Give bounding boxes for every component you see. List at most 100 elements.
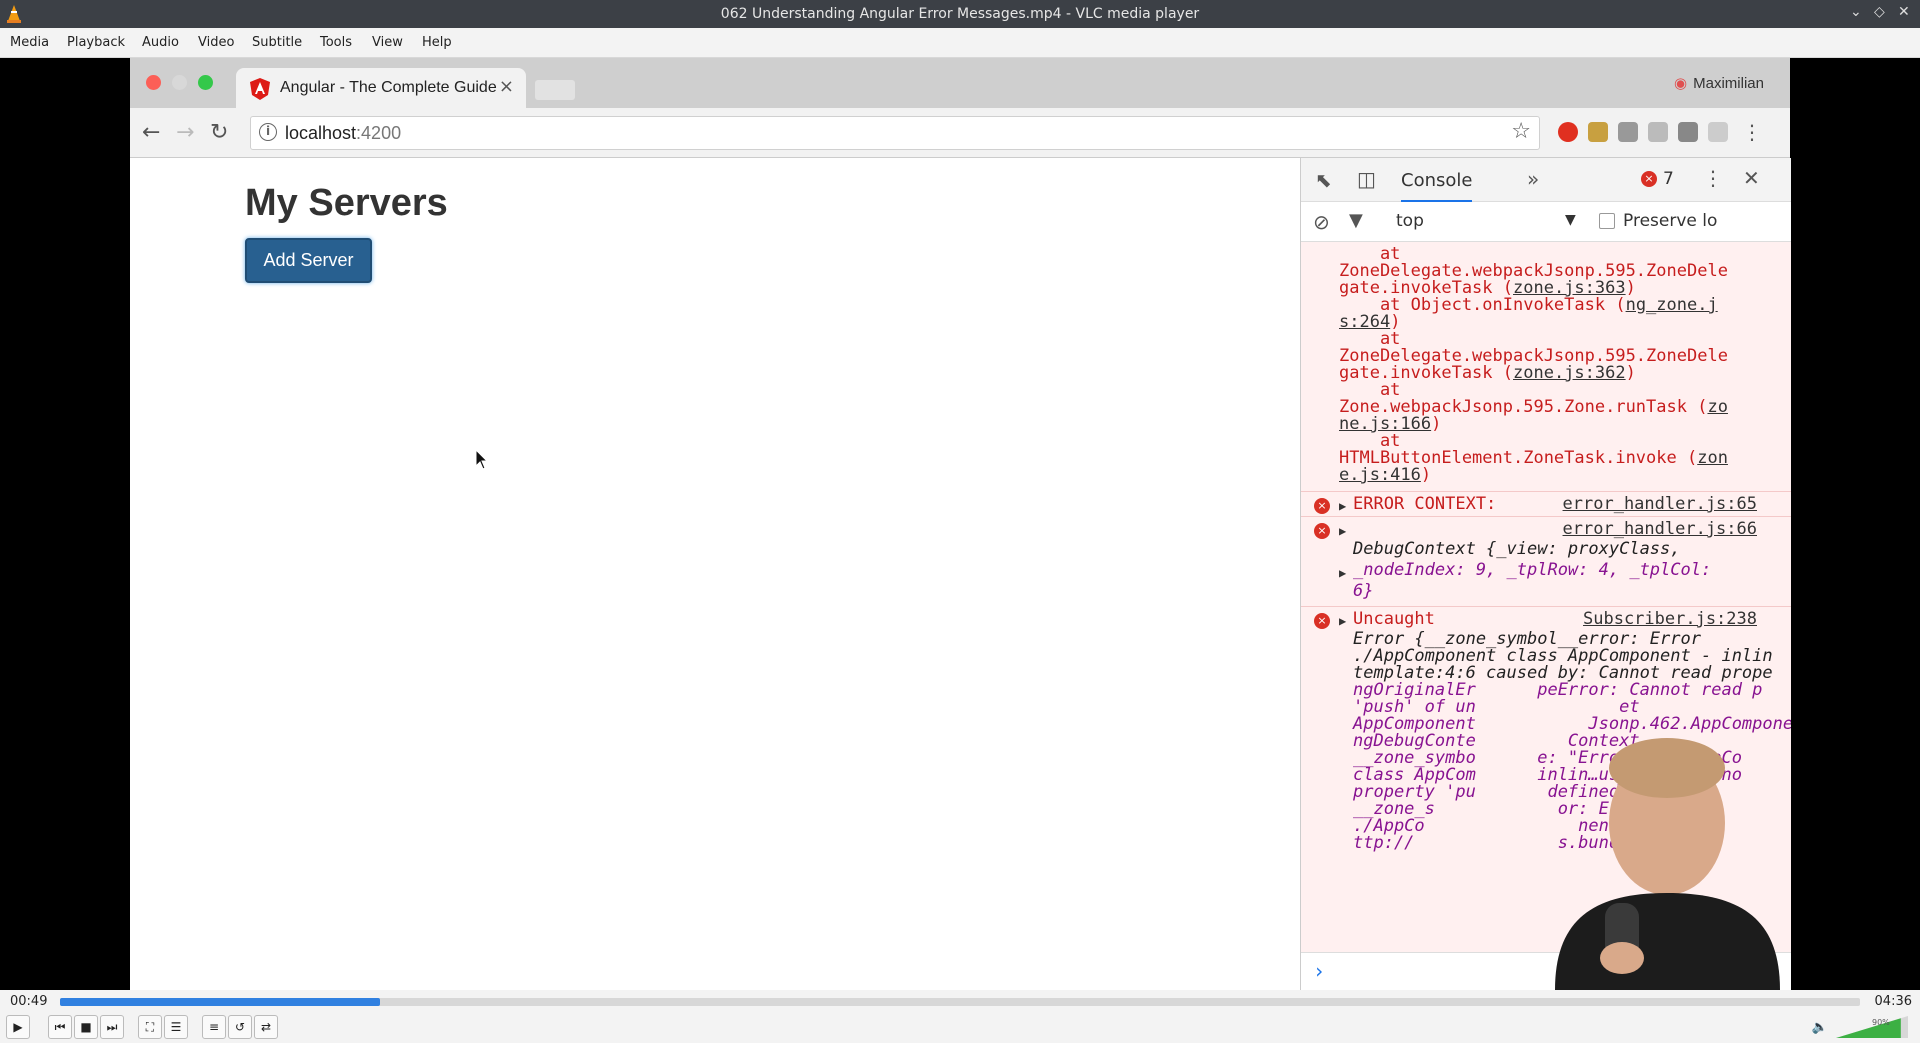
profile-name: Maximilian [1693, 75, 1764, 92]
browser-tab: Angular - The Complete Guide × [236, 68, 526, 108]
add-server-button: Add Server [245, 238, 372, 283]
debug-context-line: _nodeIndex: 9, _tplRow: 4, _tplCol: [1353, 560, 1712, 580]
menu-playback[interactable]: Playback [67, 35, 125, 50]
volume-label: 90% [1872, 1018, 1890, 1027]
volume-slider[interactable]: 90% [1836, 1016, 1908, 1038]
profile-icon: ◉ [1674, 75, 1688, 92]
menubar: Media Playback Audio Video Subtitle Tool… [0, 28, 1920, 58]
presenter-video-overlay [1555, 738, 1780, 990]
stack-source-link: zone.js:362 [1513, 363, 1626, 383]
new-tab-icon [535, 80, 575, 100]
error-icon: × [1314, 498, 1330, 514]
maximize-icon[interactable]: ◇ [1874, 4, 1885, 20]
tab-close-icon: × [498, 76, 514, 97]
page-title: My Servers [245, 182, 448, 224]
error-context-label: ERROR CONTEXT: [1353, 494, 1497, 514]
seek-bar: 00:49 04:36 [0, 990, 1920, 1012]
stack-line: e.js:416) [1339, 465, 1432, 485]
more-tabs-icon: » [1527, 167, 1540, 191]
clear-console-icon: ⊘ [1313, 210, 1330, 234]
expand-icon: ▶ [1339, 614, 1347, 628]
seek-slider[interactable] [60, 998, 1860, 1006]
menu-media[interactable]: Media [10, 35, 49, 50]
stack-source-link: ng_zone.j [1625, 295, 1718, 315]
menu-help[interactable]: Help [422, 35, 452, 50]
uncaught-label: Uncaught [1353, 609, 1435, 629]
mouse-cursor-icon [476, 450, 489, 470]
seek-progress [60, 998, 381, 1006]
console-filter-bar: ⊘ ▼ top ▼ Preserve lo [1301, 202, 1791, 242]
video-area[interactable]: Angular - The Complete Guide × ◉ Maximili… [0, 58, 1920, 990]
menu-subtitle[interactable]: Subtitle [252, 35, 302, 50]
extended-settings-button[interactable]: ☰ [164, 1015, 188, 1039]
browser-window: Angular - The Complete Guide × ◉ Maximili… [130, 58, 1791, 990]
preserve-log-checkbox [1599, 213, 1615, 229]
expand-icon: ▶ [1339, 499, 1347, 513]
forward-icon: → [176, 120, 195, 145]
previous-button[interactable]: ⏮ [48, 1015, 72, 1039]
expand-icon: ▶ [1339, 566, 1347, 580]
traffic-minimize-icon [172, 75, 187, 90]
menu-video[interactable]: Video [198, 35, 234, 50]
grid-extension-icon [1648, 122, 1668, 142]
browser-menu-icon: ⋮ [1742, 120, 1762, 144]
context-select: top [1396, 211, 1424, 231]
minimize-icon[interactable]: ⌄ [1850, 4, 1862, 20]
context-dropdown-icon: ▼ [1565, 212, 1576, 228]
player-controls: ▶ ⏮ ■ ⏭ ⛶ ☰ ≡ ↺ ⇄ 🔈 90% [0, 1012, 1920, 1043]
angular-icon [250, 78, 270, 100]
play-button[interactable]: ▶ [6, 1015, 30, 1039]
error-count: 7 [1663, 169, 1674, 189]
debug-context-row: × ▶ error_handler.js:66 DebugContext {_v… [1301, 516, 1791, 606]
error-icon: × [1314, 523, 1330, 539]
app-page: My Servers Add Server [130, 158, 1300, 990]
eyedropper-extension-icon [1588, 122, 1608, 142]
stack-source-link: zon [1697, 448, 1728, 468]
url-host: localhost [285, 123, 357, 143]
menu-view[interactable]: View [372, 35, 403, 50]
debug-context-source: error_handler.js:66 [1562, 519, 1757, 539]
bookmark-star-icon: ☆ [1511, 119, 1531, 144]
tab-console: Console [1401, 170, 1473, 203]
back-icon: ← [142, 120, 161, 145]
browser-toolbar: ← → ↻ i localhost:4200 ☆ ⋮ [130, 108, 1790, 158]
stop-button[interactable]: ■ [74, 1015, 98, 1039]
devtools-close-icon: ✕ [1743, 166, 1760, 190]
stack-source-link: zo [1707, 397, 1728, 417]
stack-source-link: e.js:416 [1339, 465, 1421, 485]
menu-audio[interactable]: Audio [142, 35, 179, 50]
tab-title: Angular - The Complete Guide [280, 79, 497, 96]
playlist-button[interactable]: ≡ [202, 1015, 226, 1039]
next-button[interactable]: ⏭ [100, 1015, 124, 1039]
fullscreen-button[interactable]: ⛶ [138, 1015, 162, 1039]
debug-context-line: 6} [1353, 581, 1374, 601]
error-icon: × [1314, 613, 1330, 629]
traffic-zoom-icon [198, 75, 213, 90]
info-icon: i [259, 123, 277, 141]
url-port: :4200 [356, 123, 402, 143]
vlc-titlebar: 062 Understanding Angular Error Messages… [0, 0, 1920, 28]
speaker-icon[interactable]: 🔈 [1812, 1020, 1828, 1035]
debug-context-line: DebugContext {_view: proxyClass, [1353, 539, 1681, 559]
error-context-source: error_handler.js:65 [1562, 494, 1757, 514]
devtools-menu-icon: ⋮ [1703, 166, 1723, 190]
inspect-icon: ⬉ [1315, 168, 1332, 192]
devtools-header: ⬉ ◫ Console » × 7 ⋮ ✕ [1301, 158, 1791, 203]
preserve-log-label: Preserve lo [1623, 211, 1718, 231]
vue-extension-icon [1678, 122, 1698, 142]
total-time: 04:36 [1874, 994, 1912, 1009]
opera-extension-icon [1558, 122, 1578, 142]
tag-extension-icon [1708, 122, 1728, 142]
menu-tools[interactable]: Tools [320, 35, 352, 50]
window-title: 062 Understanding Angular Error Messages… [720, 6, 1200, 22]
uncaught-source: Subscriber.js:238 [1583, 609, 1757, 629]
shuffle-button[interactable]: ⇄ [254, 1015, 278, 1039]
device-toolbar-icon: ◫ [1357, 167, 1376, 191]
loop-button[interactable]: ↺ [228, 1015, 252, 1039]
error-count-icon: × [1641, 171, 1657, 187]
browser-tabstrip: Angular - The Complete Guide × ◉ Maximili… [130, 58, 1790, 108]
close-icon[interactable]: ✕ [1898, 4, 1910, 20]
expand-icon: ▶ [1339, 524, 1347, 538]
browser-profile: ◉ Maximilian [1674, 74, 1764, 92]
elapsed-time: 00:49 [10, 994, 48, 1009]
